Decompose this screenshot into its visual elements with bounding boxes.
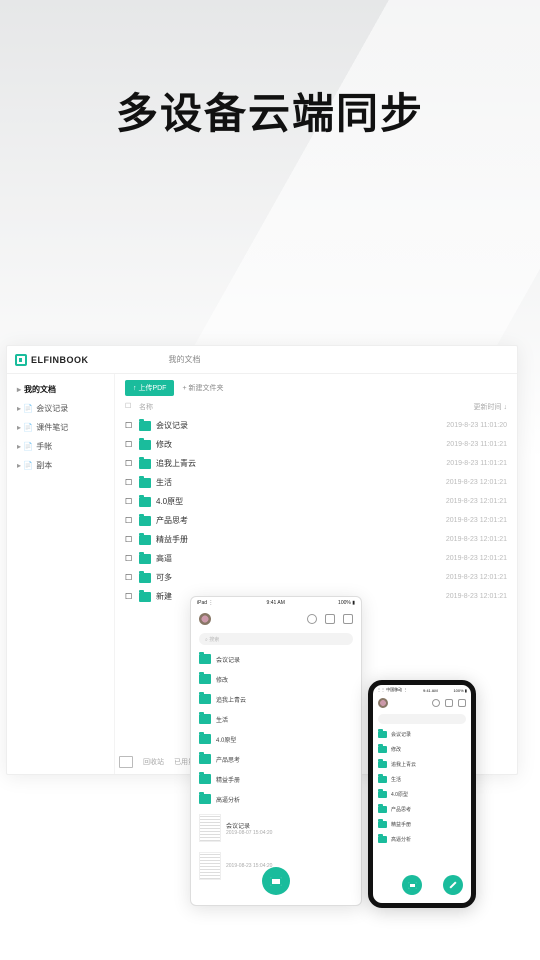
list-item[interactable]: 会议记录 (199, 649, 353, 669)
folder-icon (378, 731, 387, 738)
folder-icon (378, 821, 387, 828)
tablet-navbar (191, 609, 361, 629)
folder-icon (199, 694, 211, 704)
sidebar-item[interactable]: ▸ 📄会议记录 (7, 399, 114, 418)
folder-icon (139, 459, 151, 469)
avatar[interactable] (378, 698, 388, 708)
brand: ELFINBOOK (15, 354, 89, 366)
folder-icon (139, 573, 151, 583)
scan-icon[interactable] (432, 699, 440, 707)
folder-icon (199, 734, 211, 744)
list-item[interactable]: 追我上青云 (199, 689, 353, 709)
hero-title: 多设备云端同步 (0, 80, 540, 141)
table-row[interactable]: ☐修改2019-8-23 11:01:21 (125, 435, 507, 454)
settings-icon[interactable] (343, 614, 353, 624)
sidebar-item[interactable]: ▸我的文档 (7, 380, 114, 399)
folder-icon (139, 478, 151, 488)
folder-icon (199, 794, 211, 804)
sidebar: ▸我的文档▸ 📄会议记录▸ 📄课件笔记▸ 📄手帐▸ 📄副本 (7, 374, 115, 774)
search-input[interactable]: ⌕ 搜索 (199, 633, 353, 645)
list-item[interactable]: 4.0原型 (378, 787, 466, 802)
col-name[interactable]: 名称 (139, 402, 427, 412)
search-input[interactable] (378, 714, 466, 724)
table-row[interactable]: ☐追我上青云2019-8-23 11:01:21 (125, 454, 507, 473)
brand-text: ELFINBOOK (31, 355, 89, 365)
folder-icon (378, 746, 387, 753)
folder-icon (139, 535, 151, 545)
edit-fab[interactable] (443, 875, 463, 895)
folder-icon (199, 674, 211, 684)
avatar[interactable] (199, 613, 211, 625)
doc-thumb-icon (199, 814, 221, 842)
add-icon[interactable] (325, 614, 335, 624)
phone-device: ⋮⋮ 中国移动 ⋮ 9:41 AM 100% ▮ 会议记录修改追我上青云生活4.… (368, 680, 476, 908)
col-date[interactable]: 更新时间 ↓ (427, 402, 507, 412)
list-item[interactable]: 高逼分析 (199, 789, 353, 809)
list-item[interactable]: 生活 (378, 772, 466, 787)
table-row[interactable]: ☐产品思考2019-8-23 12:01:21 (125, 511, 507, 530)
breadcrumb: 我的文档 (169, 354, 201, 365)
list-item[interactable]: 追我上青云 (378, 757, 466, 772)
trash-label[interactable]: 回收站 (143, 757, 164, 767)
trash-icon[interactable] (119, 756, 133, 768)
sidebar-item[interactable]: ▸ 📄手帐 (7, 437, 114, 456)
table-row[interactable]: ☐生活2019-8-23 12:01:21 (125, 473, 507, 492)
camera-fab[interactable] (262, 867, 290, 895)
window-header: ELFINBOOK 我的文档 (7, 346, 517, 374)
table-row[interactable]: ☐精益手册2019-8-23 12:01:21 (125, 530, 507, 549)
folder-icon (378, 761, 387, 768)
folder-icon (139, 592, 151, 602)
doc-thumb-icon (199, 852, 221, 880)
tablet-statusbar: iPad ⋮ 9:41 AM 100% ▮ (191, 597, 361, 609)
folder-icon (139, 516, 151, 526)
folder-icon (378, 836, 387, 843)
folder-icon (199, 654, 211, 664)
upload-pdf-button[interactable]: ↑ 上传PDF (125, 380, 174, 396)
phone-navbar (373, 695, 471, 711)
list-item[interactable]: 生活 (199, 709, 353, 729)
list-item[interactable]: 产品思考 (199, 749, 353, 769)
table-header: ☐ 名称 更新时间 ↓ (125, 402, 507, 412)
table-row[interactable]: ☐高逼2019-8-23 12:01:21 (125, 549, 507, 568)
doc-item[interactable]: 会议记录2019-08-07 15:04:20 (199, 809, 353, 847)
scan-icon[interactable] (307, 614, 317, 624)
list-item[interactable]: 4.0原型 (199, 729, 353, 749)
tablet-device: iPad ⋮ 9:41 AM 100% ▮ ⌕ 搜索 会议记录修改追我上青云生活… (190, 596, 362, 906)
list-item[interactable]: 修改 (378, 742, 466, 757)
table-row[interactable]: ☐可多2019-8-23 12:01:21 (125, 568, 507, 587)
folder-icon (378, 776, 387, 783)
new-folder-button[interactable]: + 新建文件夹 (182, 383, 223, 393)
sidebar-item[interactable]: ▸ 📄副本 (7, 456, 114, 475)
folder-icon (139, 440, 151, 450)
phone-statusbar: ⋮⋮ 中国移动 ⋮ 9:41 AM 100% ▮ (373, 685, 471, 695)
settings-icon[interactable] (458, 699, 466, 707)
folder-icon (199, 714, 211, 724)
table-row[interactable]: ☐会议记录2019-8-23 11:01:20 (125, 416, 507, 435)
list-item[interactable]: 高逼分析 (378, 832, 466, 847)
folder-icon (378, 791, 387, 798)
list-item[interactable]: 精益手册 (378, 817, 466, 832)
camera-fab[interactable] (402, 875, 422, 895)
list-item[interactable]: 精益手册 (199, 769, 353, 789)
table-row[interactable]: ☐4.0原型2019-8-23 12:01:21 (125, 492, 507, 511)
list-item[interactable]: 产品思考 (378, 802, 466, 817)
list-item[interactable]: 修改 (199, 669, 353, 689)
folder-icon (199, 774, 211, 784)
folder-icon (139, 554, 151, 564)
folder-icon (139, 497, 151, 507)
brand-icon (15, 354, 27, 366)
add-icon[interactable] (445, 699, 453, 707)
sidebar-item[interactable]: ▸ 📄课件笔记 (7, 418, 114, 437)
folder-icon (139, 421, 151, 431)
list-item[interactable]: 会议记录 (378, 727, 466, 742)
folder-icon (199, 754, 211, 764)
folder-icon (378, 806, 387, 813)
